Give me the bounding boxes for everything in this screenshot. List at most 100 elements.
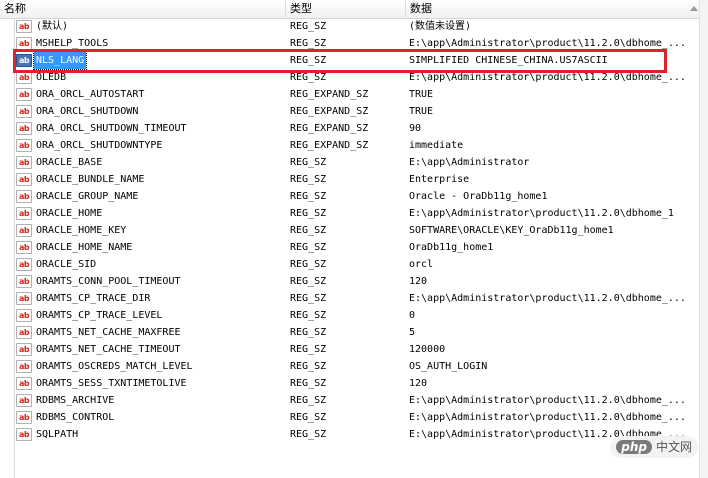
registry-value-row[interactable]: ab ORACLE_GROUP_NAME REG_SZ Oracle - OraDb1… [0, 188, 700, 205]
value-name: ORACLE_HOME_KEY [36, 225, 127, 236]
value-name: ORACLE_SID [36, 259, 97, 270]
value-data: SOFTWARE\ORACLE\KEY_OraDb11g_home1 [409, 225, 614, 236]
string-value-icon: ab [16, 394, 32, 407]
registry-value-row[interactable]: ab ORACLE_SID REG_SZ orcl [0, 256, 700, 273]
string-value-icon: ab [16, 105, 32, 118]
registry-value-row[interactable]: ab ORAMTS_SESS_TXNTIMETOLIVE REG_SZ 120 [0, 375, 700, 392]
string-value-icon: ab [16, 275, 32, 288]
value-name: NLS_LANG [32, 51, 88, 70]
registry-value-row[interactable]: ab ORAMTS_CP_TRACE_DIR REG_SZ E:\app\Admini… [0, 290, 700, 307]
registry-value-row[interactable]: ab ORAMTS_CP_TRACE_LEVEL REG_SZ 0 [0, 307, 700, 324]
registry-value-row[interactable]: ab SQLPATH REG_SZ E:\app\Administrator\prod… [0, 426, 700, 443]
value-type: REG_SZ [290, 395, 327, 406]
string-value-icon: ab [16, 139, 32, 152]
value-name: (默认) [36, 21, 69, 32]
value-type: REG_SZ [290, 208, 327, 219]
value-name: ORACLE_GROUP_NAME [36, 191, 139, 202]
value-name: RDBMS_CONTROL [36, 412, 115, 423]
string-value-icon: ab [16, 190, 32, 203]
value-name: ORAMTS_CONN_POOL_TIMEOUT [36, 276, 181, 287]
string-value-icon: ab [16, 122, 32, 135]
string-value-icon: ab [16, 292, 32, 305]
value-name: ORAMTS_SESS_TXNTIMETOLIVE [36, 378, 187, 389]
string-value-icon: ab [16, 241, 32, 254]
value-data: E:\app\Administrator\product\11.2.0\dbho… [409, 208, 674, 219]
registry-value-row[interactable]: ab ORAMTS_OSCREDS_MATCH_LEVEL REG_SZ OS_AUT… [0, 358, 700, 375]
value-type: REG_SZ [290, 55, 327, 66]
value-data: Enterprise [409, 174, 470, 185]
registry-value-row[interactable]: ab ORACLE_HOME_KEY REG_SZ SOFTWARE\ORACLE\K… [0, 222, 700, 239]
string-value-icon: ab [16, 207, 32, 220]
value-name: ORA_ORCL_SHUTDOWN_TIMEOUT [36, 123, 187, 134]
column-header-type[interactable]: 类型 [286, 0, 406, 18]
php-logo-icon: php [616, 440, 652, 454]
value-data: 120 [409, 378, 428, 389]
registry-value-row[interactable]: ab MSHELP_TOOLS REG_SZ E:\app\Administrator… [0, 35, 700, 52]
value-type: REG_SZ [290, 72, 327, 83]
watermark-text: 中文网 [655, 440, 692, 454]
value-name: ORA_ORCL_AUTOSTART [36, 89, 145, 100]
value-data: SIMPLIFIED CHINESE_CHINA.US7ASCII [409, 55, 608, 66]
registry-value-row[interactable]: ab (默认) REG_SZ (数值未设置) [0, 18, 700, 35]
string-value-icon: ab [16, 360, 32, 373]
value-name: OLEDB [36, 72, 67, 83]
registry-value-row[interactable]: ab ORACLE_BUNDLE_NAME REG_SZ Enterprise [0, 171, 700, 188]
value-type: REG_SZ [290, 429, 327, 440]
string-value-icon: ab [16, 156, 32, 169]
value-data: E:\app\Administrator\product\11.2.0\dbho… [409, 72, 686, 83]
value-name: ORACLE_HOME [36, 208, 103, 219]
registry-value-row[interactable]: ab RDBMS_CONTROL REG_SZ E:\app\Administrato… [0, 409, 700, 426]
column-header-data[interactable]: 数据 [406, 0, 700, 18]
value-data: E:\app\Administrator\product\11.2.0\dbho… [409, 395, 686, 406]
value-name: SQLPATH [36, 429, 79, 440]
value-data: OS_AUTH_LOGIN [409, 361, 488, 372]
registry-value-row[interactable]: ab ORACLE_HOME REG_SZ E:\app\Administrator\… [0, 205, 700, 222]
registry-value-row[interactable]: ab ORAMTS_CONN_POOL_TIMEOUT REG_SZ 120 [0, 273, 700, 290]
string-value-icon: ab [16, 411, 32, 424]
value-type: REG_SZ [290, 259, 327, 270]
registry-value-row[interactable]: ab ORA_ORCL_SHUTDOWN REG_EXPAND_SZ TRUE [0, 103, 700, 120]
value-data: 5 [409, 327, 416, 338]
value-data: OraDb11g_home1 [409, 242, 494, 253]
string-value-icon: ab [16, 71, 32, 84]
string-value-icon: ab [16, 20, 32, 33]
value-name: MSHELP_TOOLS [36, 38, 109, 49]
column-header-name[interactable]: 名称 [0, 0, 286, 18]
value-data: 90 [409, 123, 422, 134]
value-type: REG_SZ [290, 361, 327, 372]
value-type: REG_SZ [290, 310, 327, 321]
value-name: ORAMTS_NET_CACHE_TIMEOUT [36, 344, 181, 355]
string-value-icon: ab [16, 377, 32, 390]
string-value-icon: ab [16, 309, 32, 322]
registry-value-row[interactable]: ab NLS_LANG REG_SZ SIMPLIFIED CHINESE_CHINA… [0, 51, 700, 70]
value-data: (数值未设置) [409, 21, 472, 32]
value-data: orcl [409, 259, 434, 270]
value-data: E:\app\Administrator\product\11.2.0\dbho… [409, 412, 686, 423]
value-name: RDBMS_ARCHIVE [36, 395, 115, 406]
registry-value-list: ab (默认) REG_SZ (数值未设置) ab MSHELP_TOOLS REG_SZ E… [0, 18, 700, 443]
value-type: REG_SZ [290, 293, 327, 304]
string-value-icon: ab [16, 54, 32, 67]
value-data: E:\app\Administrator\product\11.2.0\dbho… [409, 38, 686, 49]
registry-value-row[interactable]: ab RDBMS_ARCHIVE REG_SZ E:\app\Administrato… [0, 392, 700, 409]
registry-value-row[interactable]: ab ORA_ORCL_AUTOSTART REG_EXPAND_SZ TRUE [0, 86, 700, 103]
registry-value-row[interactable]: ab ORACLE_BASE REG_SZ E:\app\Administrator [0, 154, 700, 171]
registry-value-row[interactable]: ab ORACLE_HOME_NAME REG_SZ OraDb11g_home1 [0, 239, 700, 256]
sort-arrow-icon [690, 6, 698, 11]
value-type: REG_SZ [290, 412, 327, 423]
registry-value-row[interactable]: ab ORAMTS_NET_CACHE_MAXFREE REG_SZ 5 [0, 324, 700, 341]
value-name: ORACLE_BASE [36, 157, 103, 168]
registry-value-row[interactable]: ab ORAMTS_NET_CACHE_TIMEOUT REG_SZ 120000 [0, 341, 700, 358]
value-type: REG_SZ [290, 21, 327, 32]
value-name: ORACLE_BUNDLE_NAME [36, 174, 145, 185]
value-name: ORAMTS_OSCREDS_MATCH_LEVEL [36, 361, 193, 372]
value-type: REG_EXPAND_SZ [290, 106, 369, 117]
value-data: E:\app\Administrator [409, 157, 530, 168]
value-name: ORAMTS_CP_TRACE_DIR [36, 293, 151, 304]
registry-value-row[interactable]: ab ORA_ORCL_SHUTDOWNTYPE REG_EXPAND_SZ imme… [0, 137, 700, 154]
registry-value-row[interactable]: ab OLEDB REG_SZ E:\app\Administrator\produc… [0, 69, 700, 86]
value-type: REG_SZ [290, 191, 327, 202]
value-type: REG_SZ [290, 276, 327, 287]
vertical-scrollbar[interactable] [699, 0, 708, 478]
registry-value-row[interactable]: ab ORA_ORCL_SHUTDOWN_TIMEOUT REG_EXPAND_SZ… [0, 120, 700, 137]
